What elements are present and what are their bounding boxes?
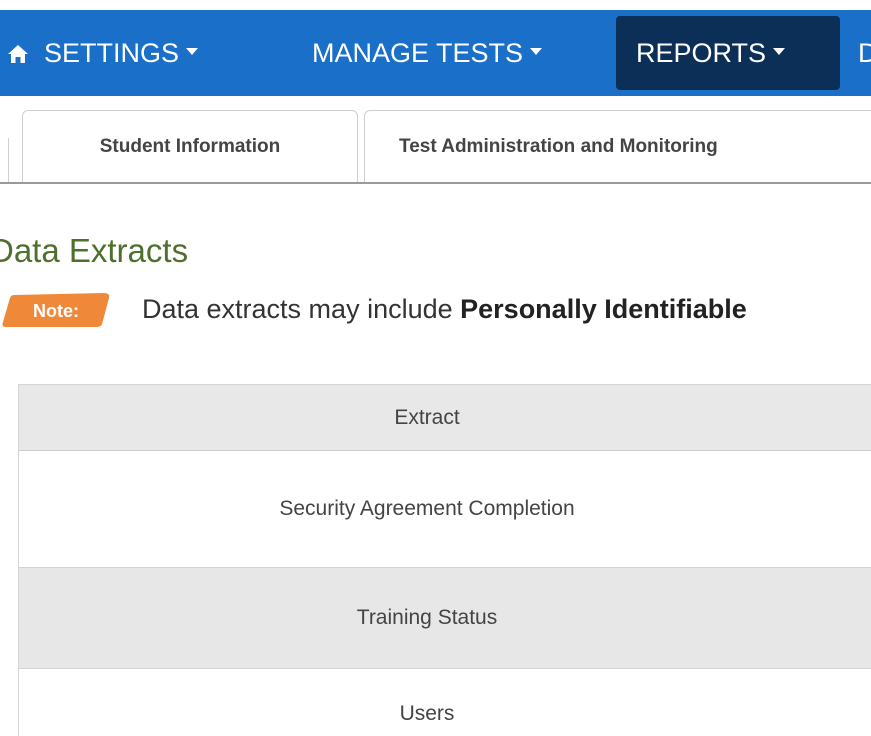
home-icon[interactable]	[6, 42, 30, 66]
top-navbar: SETTINGS MANAGE TESTS REPORTS D	[0, 10, 871, 96]
note-badge: Note:	[0, 292, 120, 328]
chevron-down-icon	[186, 47, 199, 55]
note-text-bold: Personally Identifiable	[460, 294, 747, 324]
extracts-table: Extract Security Agreement Completion Tr…	[18, 384, 871, 736]
table-cell-extract: Security Agreement Completion	[279, 497, 575, 520]
table-row[interactable]: Users	[19, 669, 871, 736]
note-badge-label: Note:	[33, 301, 79, 321]
tab-student-information-label: Student Information	[99, 135, 281, 157]
chevron-down-icon	[530, 47, 543, 55]
table-row[interactable]: Training Status	[19, 568, 871, 669]
page-title: Data Extracts	[0, 232, 189, 269]
nav-settings-label: SETTINGS	[44, 37, 180, 68]
nav-manage-tests-label: MANAGE TESTS	[312, 37, 524, 68]
table-cell-extract: Users	[399, 701, 455, 725]
table-row[interactable]: Security Agreement Completion	[19, 451, 871, 568]
nav-next-menu[interactable]: D	[858, 16, 871, 90]
nav-reports-label: REPORTS	[636, 37, 767, 68]
nav-reports-menu[interactable]: REPORTS	[616, 16, 840, 90]
note-text: Data extracts may include Personally Ide…	[142, 294, 747, 325]
page: SETTINGS MANAGE TESTS REPORTS D Student …	[0, 0, 871, 736]
tab-student-information[interactable]: Student Information	[22, 110, 358, 182]
table-cell-extract: Training Status	[356, 606, 498, 629]
tab-test-administration-label: Test Administration and Monitoring	[399, 135, 718, 157]
note-text-plain: Data extracts may include	[142, 294, 461, 324]
table-header: Extract	[19, 385, 871, 451]
tabs-baseline	[0, 182, 871, 184]
chevron-down-icon	[773, 47, 786, 55]
report-tabs: Student Information Test Administration …	[0, 108, 871, 186]
nav-settings-menu[interactable]: SETTINGS	[44, 16, 199, 90]
nav-manage-tests-menu[interactable]: MANAGE TESTS	[312, 16, 543, 90]
tab-test-administration-monitoring[interactable]: Test Administration and Monitoring	[364, 110, 871, 182]
nav-next-label: D	[858, 37, 871, 68]
table-header-extract: Extract	[394, 405, 460, 429]
